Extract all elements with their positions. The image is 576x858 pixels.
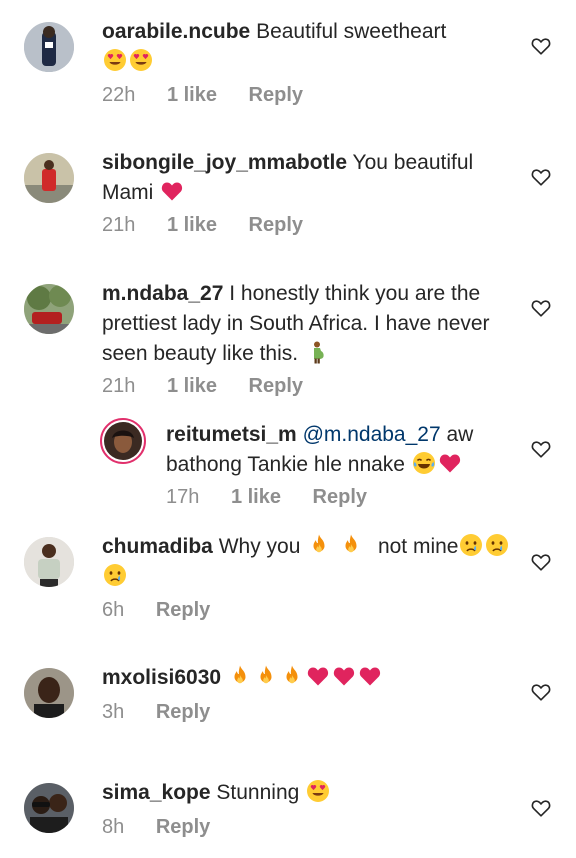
avatar-image <box>24 22 74 72</box>
like-heart-icon[interactable] <box>530 166 552 188</box>
comment-text: Stunning <box>216 781 300 804</box>
avatar[interactable] <box>24 537 74 587</box>
avatar[interactable] <box>24 22 74 72</box>
comment-body: sibongile_joy_mmabotle You beautiful Mam… <box>102 148 512 208</box>
comment-text: Why you <box>218 535 301 558</box>
comment-meta: 6h Reply <box>102 599 236 622</box>
tears-of-joy-emoji-icon <box>412 451 436 475</box>
comment-time: 3h <box>102 701 125 723</box>
red-heart-emoji-icon <box>332 664 356 688</box>
comment-text: Beautiful sweetheart <box>256 20 447 43</box>
avatar-image <box>104 422 142 460</box>
reply-button[interactable]: Reply <box>156 599 210 621</box>
avatar[interactable] <box>100 418 146 464</box>
pregnant-man-emoji-icon <box>305 340 329 364</box>
comment-time: 6h <box>102 599 125 621</box>
comment-body: m.ndaba_27 I honestly think you are the … <box>102 279 512 369</box>
red-heart-emoji-icon <box>358 664 382 688</box>
comment-body: chumadiba Why you not mine <box>102 532 512 592</box>
comment-likes[interactable]: 1 like <box>167 84 217 106</box>
fire-emoji-icon <box>254 664 278 688</box>
heart-eyes-emoji-icon <box>103 48 127 72</box>
comment-meta: 17h 1 like Reply <box>166 486 393 509</box>
reply-button[interactable]: Reply <box>156 816 210 838</box>
comment-body: sima_kope Stunning <box>102 778 512 808</box>
like-heart-icon[interactable] <box>530 551 552 573</box>
comment-meta: 21h 1 like Reply <box>102 375 329 398</box>
comment-time: 17h <box>166 486 200 508</box>
comment-meta: 3h Reply <box>102 701 236 724</box>
avatar-image <box>24 668 74 718</box>
avatar[interactable] <box>24 153 74 203</box>
avatar[interactable] <box>24 284 74 334</box>
comment-username[interactable]: reitumetsi_m <box>166 423 297 446</box>
avatar-image <box>24 783 74 833</box>
comment-meta: 22h 1 like Reply <box>102 84 329 107</box>
comment-username[interactable]: mxolisi6030 <box>102 666 221 689</box>
heart-eyes-emoji-icon <box>306 779 330 803</box>
avatar-image <box>24 537 74 587</box>
comment-likes[interactable]: 1 like <box>167 214 217 236</box>
like-heart-icon[interactable] <box>530 681 552 703</box>
red-heart-emoji-icon <box>438 451 462 475</box>
comment-username[interactable]: chumadiba <box>102 535 213 558</box>
avatar-image <box>24 153 74 203</box>
avatar-image <box>24 284 74 334</box>
reply-button[interactable]: Reply <box>249 375 303 397</box>
comment-body: mxolisi6030 <box>102 663 512 693</box>
comment-username[interactable]: sibongile_joy_mmabotle <box>102 151 347 174</box>
avatar[interactable] <box>24 783 74 833</box>
avatar[interactable] <box>24 668 74 718</box>
comment-username[interactable]: m.ndaba_27 <box>102 282 223 305</box>
comment-body: reitumetsi_m @m.ndaba_27 aw bathong Tank… <box>166 420 506 480</box>
comment-likes[interactable]: 1 like <box>231 486 281 508</box>
heart-eyes-emoji-icon <box>129 48 153 72</box>
comment-username[interactable]: sima_kope <box>102 781 211 804</box>
reply-button[interactable]: Reply <box>249 214 303 236</box>
like-heart-icon[interactable] <box>530 438 552 460</box>
fire-emoji-icon <box>280 664 304 688</box>
comment-likes[interactable]: 1 like <box>167 375 217 397</box>
red-heart-emoji-icon <box>306 664 330 688</box>
comment-username[interactable]: oarabile.ncube <box>102 20 250 43</box>
like-heart-icon[interactable] <box>530 35 552 57</box>
crying-face-emoji-icon <box>485 533 509 557</box>
like-heart-icon[interactable] <box>530 797 552 819</box>
fire-emoji-icon <box>307 533 331 557</box>
reply-button[interactable]: Reply <box>156 701 210 723</box>
comment-text: not mine <box>377 535 459 558</box>
like-heart-icon[interactable] <box>530 297 552 319</box>
fire-emoji-icon <box>228 664 252 688</box>
crying-face-emoji-icon <box>103 563 127 587</box>
comment-time: 8h <box>102 816 125 838</box>
reply-button[interactable]: Reply <box>313 486 367 508</box>
comment-body: oarabile.ncube Beautiful sweetheart <box>102 17 512 77</box>
fire-emoji-icon <box>339 533 363 557</box>
comment-meta: 21h 1 like Reply <box>102 214 329 237</box>
reply-button[interactable]: Reply <box>249 84 303 106</box>
crying-face-emoji-icon <box>459 533 483 557</box>
comment-time: 21h <box>102 214 136 236</box>
comment-meta: 8h Reply <box>102 816 236 839</box>
mention-link[interactable]: @m.ndaba_27 <box>303 423 441 446</box>
comment-time: 21h <box>102 375 136 397</box>
red-heart-emoji-icon <box>160 179 184 203</box>
comment-time: 22h <box>102 84 136 106</box>
